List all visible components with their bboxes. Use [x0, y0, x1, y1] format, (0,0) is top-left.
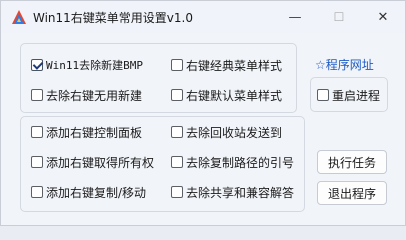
exit-program-button[interactable]: 退出程序 [317, 181, 387, 205]
close-button[interactable]: ✕ [361, 1, 405, 33]
checkbox-checked-icon[interactable] [31, 59, 43, 71]
checkbox-add-copy-move[interactable]: 添加右键复制/移动 [31, 183, 146, 201]
checkbox-icon[interactable] [31, 89, 43, 101]
checkbox-add-control-panel[interactable]: 添加右键控制面板 [31, 123, 142, 141]
checkbox-label: 去除复制路径的引号 [186, 155, 295, 170]
checkbox-label: Win11去除新建BMP [46, 59, 143, 72]
checkbox-remove-recycle-sendto[interactable]: 去除回收站发送到 [171, 123, 282, 141]
checkbox-label: 去除右键无用新建 [46, 88, 143, 103]
checkbox-icon[interactable] [31, 186, 43, 198]
checkbox-icon[interactable] [171, 156, 183, 168]
minimize-button[interactable]: — [273, 1, 317, 33]
maximize-icon: ☐ [333, 10, 345, 24]
checkbox-label: 添加右键取得所有权 [46, 155, 155, 170]
title-bar[interactable]: Win11右键菜单常用设置v1.0 — ☐ ✕ [1, 1, 405, 33]
checkbox-icon[interactable] [317, 89, 329, 101]
checkbox-icon[interactable] [171, 186, 183, 198]
checkbox-remove-copy-path-quotes[interactable]: 去除复制路径的引号 [171, 153, 294, 171]
checkbox-add-take-ownership[interactable]: 添加右键取得所有权 [31, 153, 154, 171]
app-triangle-icon [12, 10, 26, 24]
checkbox-icon[interactable] [31, 126, 43, 138]
checkbox-icon[interactable] [31, 156, 43, 168]
close-icon: ✕ [377, 9, 389, 25]
program-website-link[interactable]: ☆程序网址 [315, 56, 374, 73]
maximize-button[interactable]: ☐ [317, 1, 361, 33]
checkbox-label: 添加右键复制/移动 [46, 185, 147, 200]
checkbox-remove-share-compat[interactable]: 去除共享和兼容解答 [171, 183, 294, 201]
checkbox-label: 重启进程 [332, 88, 381, 103]
checkbox-label: 添加右键控制面板 [46, 125, 143, 140]
checkbox-remove-useless-new[interactable]: 去除右键无用新建 [31, 86, 142, 104]
checkbox-remove-bmp[interactable]: Win11去除新建BMP [31, 56, 143, 74]
checkbox-label: 去除回收站发送到 [186, 125, 283, 140]
checkbox-icon[interactable] [171, 89, 183, 101]
checkbox-classic-menu[interactable]: 右键经典菜单样式 [171, 56, 282, 74]
checkbox-default-menu[interactable]: 右键默认菜单样式 [171, 86, 282, 104]
checkbox-label: 右键经典菜单样式 [186, 58, 283, 73]
checkbox-label: 去除共享和兼容解答 [186, 185, 295, 200]
checkbox-restart-process[interactable]: 重启进程 [317, 86, 380, 104]
minimize-icon: — [288, 9, 302, 25]
execute-task-button[interactable]: 执行任务 [317, 150, 387, 174]
app-window: Win11右键菜单常用设置v1.0 — ☐ ✕ Win11去除新建BMP 右键经… [0, 0, 406, 226]
checkbox-icon[interactable] [171, 59, 183, 71]
checkbox-label: 右键默认菜单样式 [186, 88, 283, 103]
window-title: Win11右键菜单常用设置v1.0 [33, 11, 193, 25]
checkbox-icon[interactable] [171, 126, 183, 138]
